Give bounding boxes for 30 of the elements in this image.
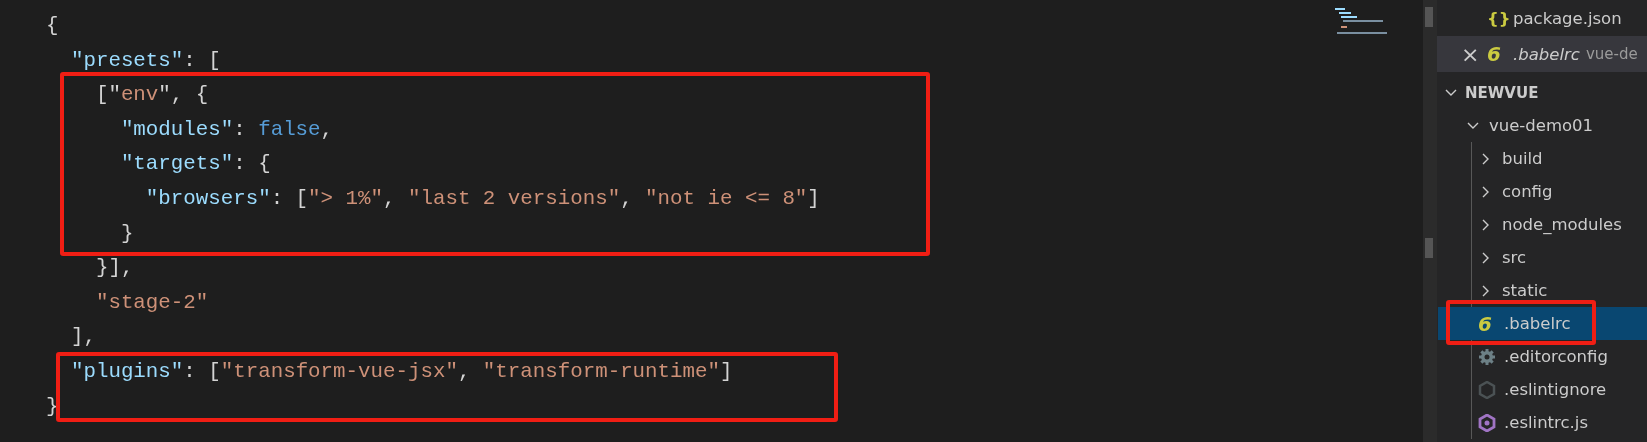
code-line: } xyxy=(46,393,59,420)
open-editor-item[interactable]: × 6 .babelrc vue-de xyxy=(1437,36,1647,72)
folder-item[interactable]: src xyxy=(1438,241,1647,274)
folder-item[interactable]: build xyxy=(1438,142,1647,175)
code-line: "browsers": ["> 1%", "last 2 versions", "not ie <= 8"] xyxy=(144,185,820,212)
code-line: ], xyxy=(69,324,96,351)
folder-item[interactable]: config xyxy=(1438,175,1647,208)
hexagon-icon xyxy=(1478,380,1496,399)
folder-item[interactable]: static xyxy=(1438,274,1647,307)
open-editor-item[interactable]: {}package.json xyxy=(1437,0,1647,36)
file-item[interactable]: 6 .babelrc xyxy=(1438,307,1647,340)
code-line: "modules": false, xyxy=(119,116,334,143)
folder-item[interactable]: node_modules xyxy=(1438,208,1647,241)
gear-icon xyxy=(1478,347,1496,366)
code-line: "plugins": ["transform-vue-jsx", "transform-runtime"] xyxy=(69,358,733,385)
scrollbar[interactable] xyxy=(1423,0,1437,442)
code-line: ["env", { xyxy=(94,82,209,109)
code-line: } xyxy=(119,220,134,247)
code-line: "targets": { xyxy=(119,151,271,178)
code-line: "presets": [ xyxy=(69,47,221,74)
file-item[interactable]: .eslintignore xyxy=(1438,373,1647,406)
explorer-header[interactable]: NEWVUE xyxy=(1437,76,1647,109)
hexagon-icon xyxy=(1478,413,1496,432)
code-line: }], xyxy=(94,255,134,282)
file-item[interactable]: .editorconfig xyxy=(1438,340,1647,373)
code-line: { xyxy=(46,13,59,39)
folder-item[interactable]: vue-demo01 xyxy=(1437,109,1647,142)
file-item[interactable]: .eslintrc.js xyxy=(1438,406,1647,439)
code-line: "stage-2" xyxy=(94,289,209,316)
minimap xyxy=(1333,6,1389,36)
